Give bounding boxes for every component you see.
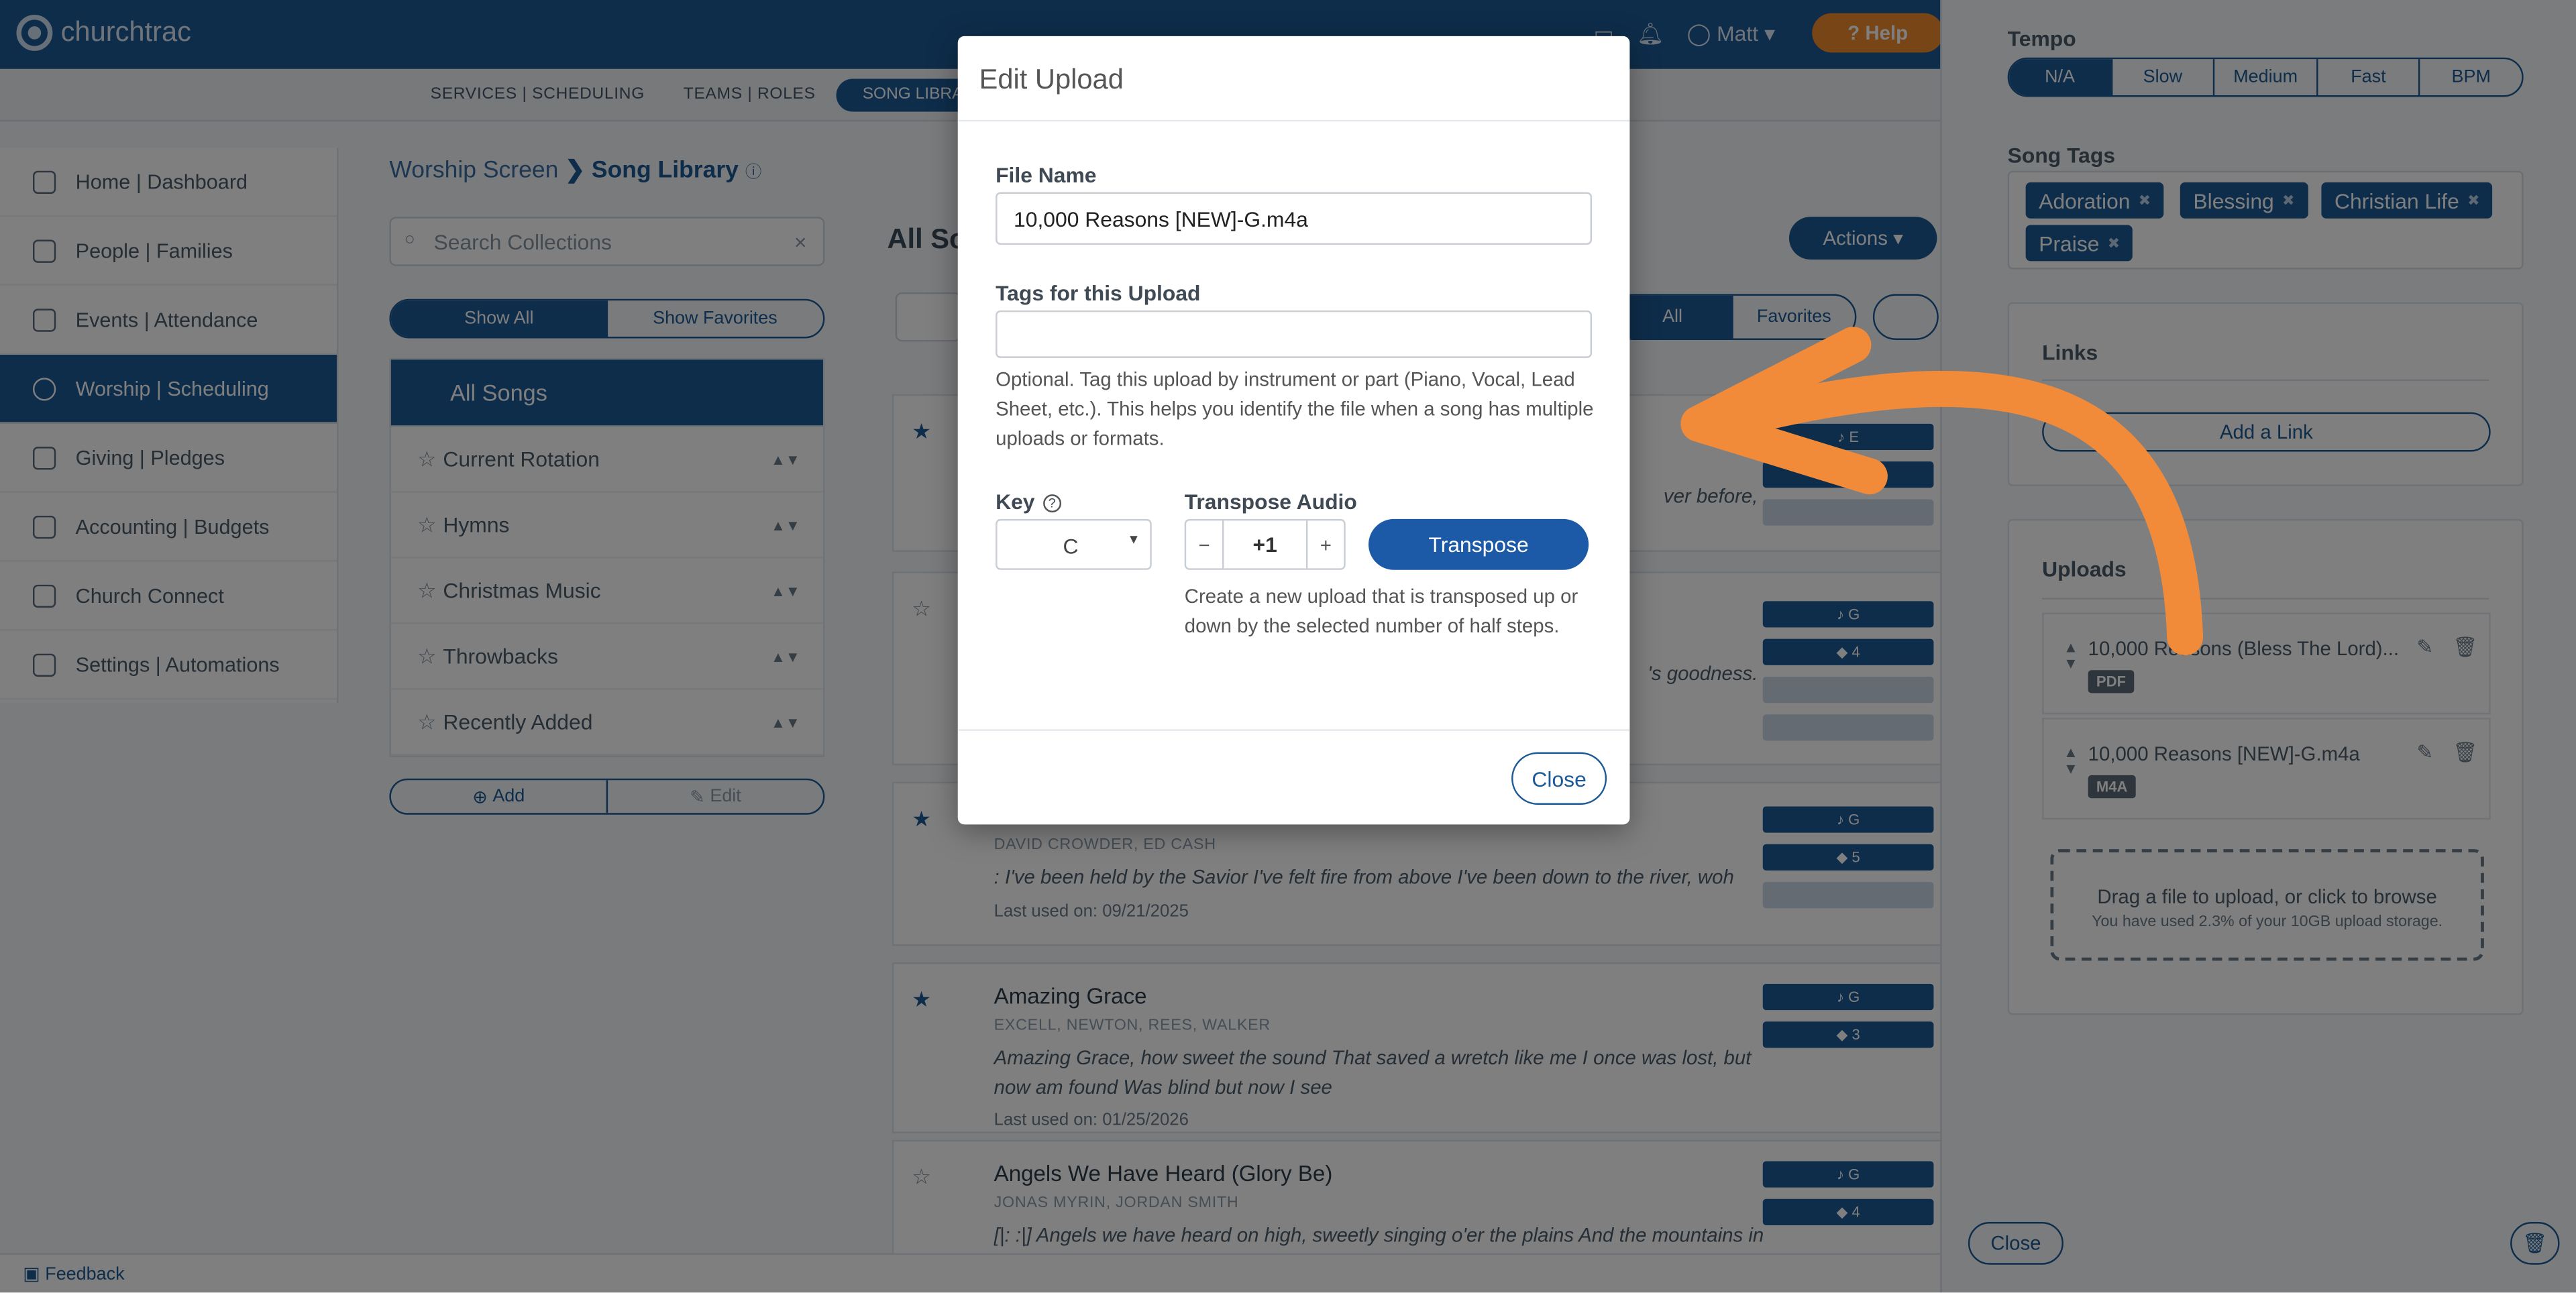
arrow-shaft [1739, 371, 2204, 656]
app-stage: churchtrac ▭ 🔔︎ ◯ Matt ▾ ? Help SERVICES… [0, 0, 2576, 1293]
annotation-arrow [1680, 327, 2204, 656]
